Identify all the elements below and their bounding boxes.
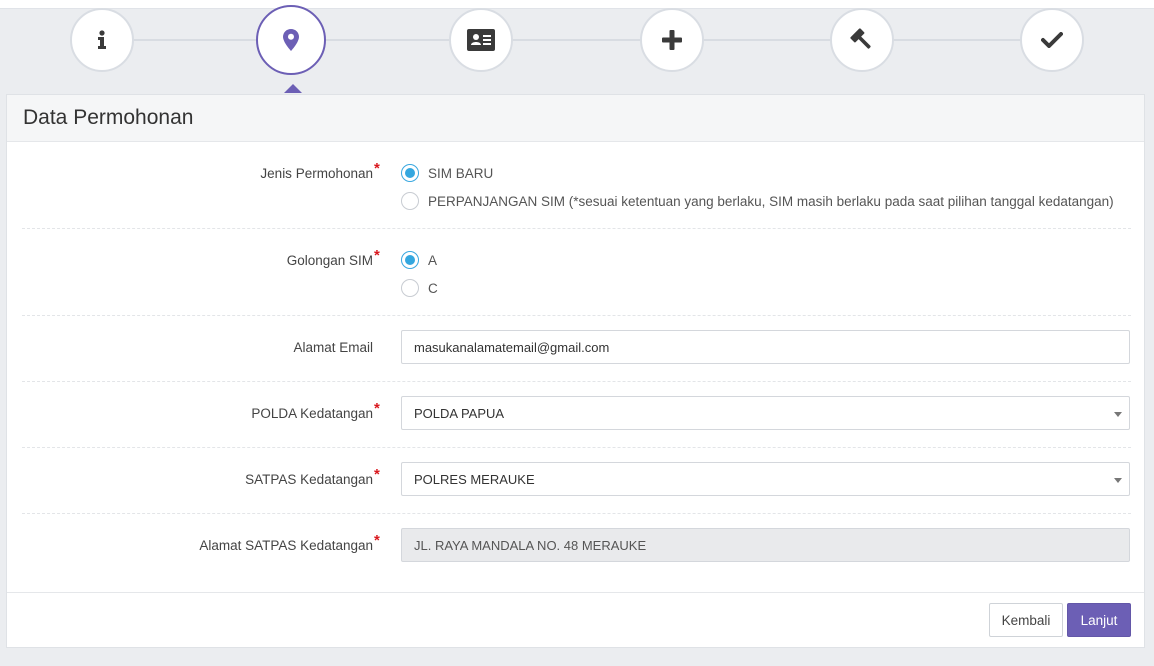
panel-header: Data Permohonan xyxy=(7,95,1144,142)
email-field[interactable]: masukanalamatemail@gmail.com xyxy=(401,330,1130,364)
step-test[interactable] xyxy=(830,8,894,72)
row-satpas-kedatangan: SATPAS Kedatangan * POLRES MERAUKE xyxy=(22,447,1131,514)
radio-button[interactable] xyxy=(401,192,419,210)
check-icon xyxy=(1041,32,1063,48)
row-alamat-satpas: Alamat SATPAS Kedatangan * JL. RAYA MAND… xyxy=(22,513,1131,579)
alamat-satpas-field: JL. RAYA MANDALA NO. 48 MERAUKE xyxy=(401,528,1130,562)
required-mark: * xyxy=(374,532,380,549)
form-panel: Data Permohonan Jenis Permohonan * SIM B… xyxy=(6,94,1145,648)
radio-button-checked[interactable] xyxy=(401,251,419,269)
golongan-sim-label: Golongan SIM xyxy=(286,253,373,268)
info-icon xyxy=(98,30,106,49)
panel-title: Data Permohonan xyxy=(23,106,194,129)
active-step-caret xyxy=(284,84,302,93)
radio-golongan-c[interactable]: C xyxy=(401,277,438,299)
wizard-connector-line xyxy=(102,39,1052,41)
satpas-kedatangan-label: SATPAS Kedatangan xyxy=(245,472,373,487)
id-card-icon xyxy=(467,29,495,51)
radio-button-checked[interactable] xyxy=(401,164,419,182)
polda-select[interactable]: POLDA PAPUA xyxy=(401,396,1130,430)
radio-golongan-a[interactable]: A xyxy=(401,249,437,271)
row-alamat-email: Alamat Email masukanalamatemail@gmail.co… xyxy=(22,315,1131,382)
radio-label: C xyxy=(428,280,438,296)
alamat-email-label: Alamat Email xyxy=(293,340,373,355)
polda-kedatangan-label: POLDA Kedatangan xyxy=(251,406,373,421)
footer-divider xyxy=(7,592,1144,593)
required-mark: * xyxy=(374,247,380,264)
radio-sim-baru[interactable]: SIM BARU xyxy=(401,162,493,184)
radio-label: PERPANJANGAN SIM (*sesuai ketentuan yang… xyxy=(428,193,1114,209)
satpas-select[interactable]: POLRES MERAUKE xyxy=(401,462,1130,496)
plus-icon xyxy=(662,30,682,50)
radio-perpanjangan-sim[interactable]: PERPANJANGAN SIM (*sesuai ketentuan yang… xyxy=(401,190,1114,212)
radio-label: A xyxy=(428,252,438,268)
gavel-icon xyxy=(850,28,871,49)
row-golongan-sim: Golongan SIM * A C xyxy=(22,228,1131,316)
map-marker-icon xyxy=(283,29,299,51)
radio-button[interactable] xyxy=(401,279,419,297)
polda-select-value: POLDA PAPUA xyxy=(414,405,505,421)
step-add[interactable] xyxy=(640,8,704,72)
radio-label: SIM BARU xyxy=(428,165,494,181)
alamat-satpas-label: Alamat SATPAS Kedatangan xyxy=(199,538,373,553)
email-field-value: masukanalamatemail@gmail.com xyxy=(414,339,610,355)
jenis-permohonan-label: Jenis Permohonan xyxy=(260,166,373,181)
row-jenis-permohonan: Jenis Permohonan * SIM BARU PERPANJANGAN… xyxy=(22,141,1131,229)
required-mark: * xyxy=(374,400,380,417)
chevron-down-icon xyxy=(1114,478,1122,483)
required-mark: * xyxy=(374,466,380,483)
step-location[interactable] xyxy=(256,5,326,75)
chevron-down-icon xyxy=(1114,412,1122,417)
next-button[interactable]: Lanjut xyxy=(1067,603,1131,637)
back-button[interactable]: Kembali xyxy=(989,603,1063,637)
wizard-steps xyxy=(0,0,1154,94)
required-mark: * xyxy=(374,160,380,177)
satpas-select-value: POLRES MERAUKE xyxy=(414,471,535,487)
row-polda-kedatangan: POLDA Kedatangan * POLDA PAPUA xyxy=(22,381,1131,448)
step-identity[interactable] xyxy=(449,8,513,72)
step-confirm[interactable] xyxy=(1020,8,1084,72)
alamat-satpas-value: JL. RAYA MANDALA NO. 48 MERAUKE xyxy=(414,537,647,553)
step-info[interactable] xyxy=(70,8,134,72)
